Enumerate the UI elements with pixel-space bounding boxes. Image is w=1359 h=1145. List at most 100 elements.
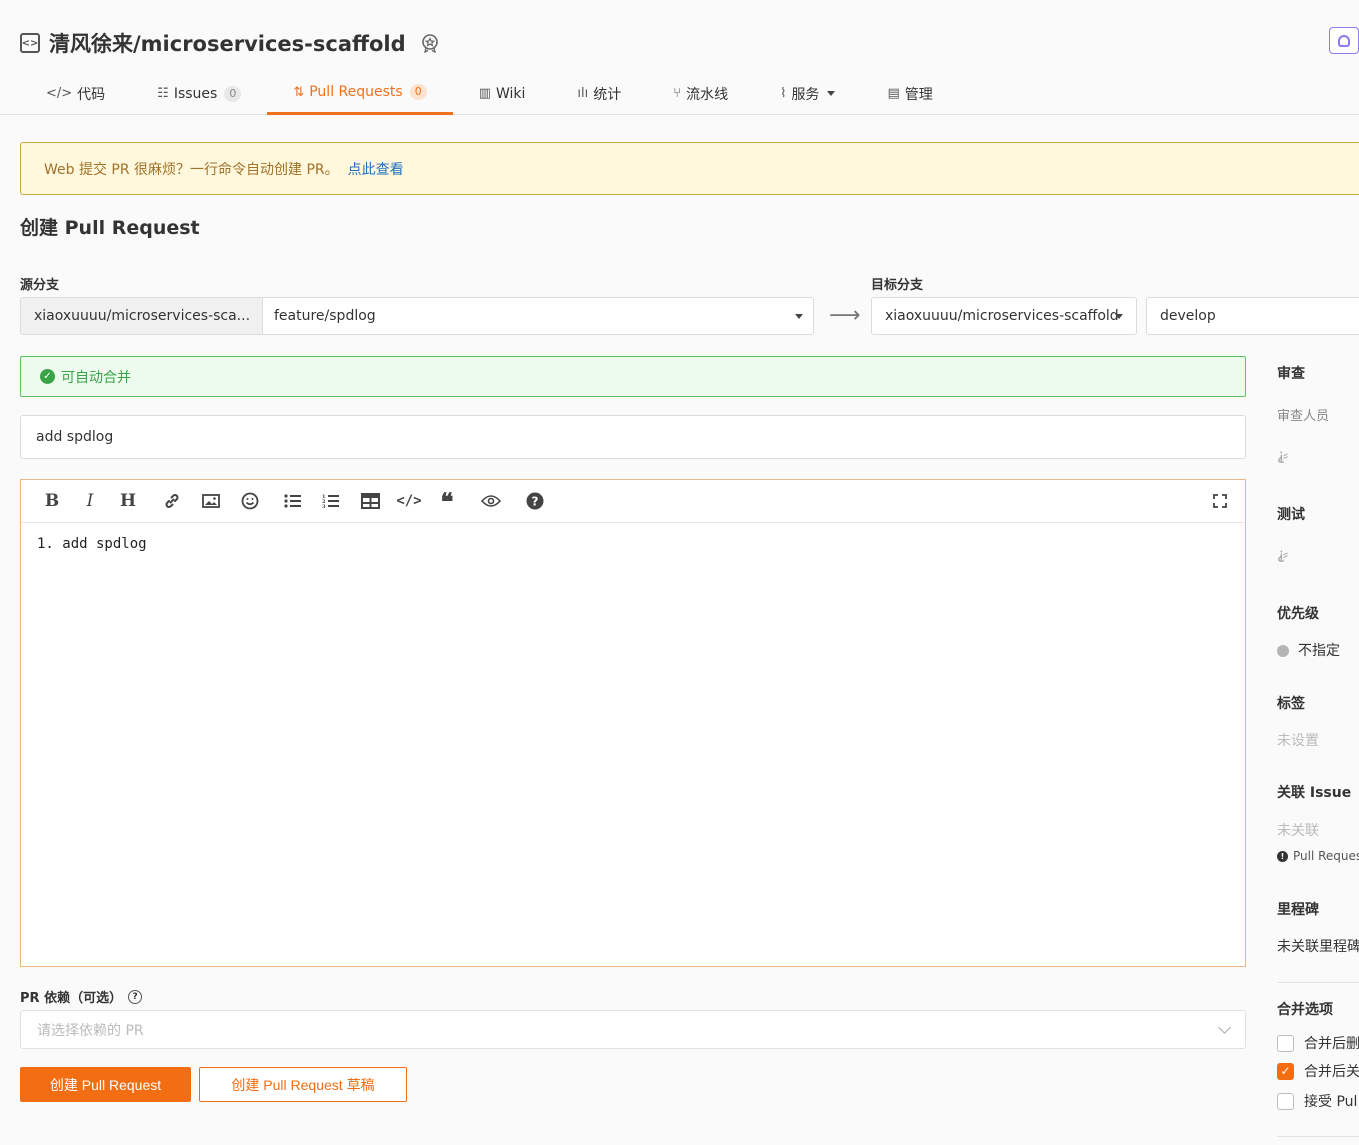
tab-stats[interactable]: ılı 统计 [551, 72, 647, 115]
linked-issue-note: ! Pull Reques [1277, 849, 1359, 863]
pr-count-badge: 0 [409, 84, 427, 100]
sidebar-divider [1277, 1136, 1359, 1137]
add-tester-gear-icon[interactable]: ⸘⸗ [1277, 545, 1301, 563]
image-icon[interactable] [198, 490, 224, 512]
pr-title-input[interactable] [20, 415, 1246, 459]
reviewers-label: 审查人员 [1277, 409, 1330, 424]
add-reviewer-gear-icon[interactable]: ⸘⸗ [1277, 446, 1301, 464]
settings-doc-icon: ▤ [887, 86, 900, 101]
pull-request-icon: ⇅ [293, 84, 305, 100]
bullet-list-icon[interactable] [280, 490, 306, 512]
markdown-editor: B I H 123 </> ❝ ? 1. add spdlog [20, 479, 1246, 967]
svg-text:3: 3 [322, 504, 326, 509]
tab-code[interactable]: </> 代码 [20, 72, 131, 115]
chevron-down-icon [1218, 1021, 1231, 1034]
quote-icon[interactable]: ❝ [434, 487, 460, 516]
notice-text: Web 提交 PR 很麻烦？一行命令自动创建 PR。 [44, 161, 339, 178]
repo-header: <> 清风徐来/microservices-scaffold </> 代码 ☷ … [0, 0, 1359, 115]
source-branch-value: feature/spdlog [274, 308, 376, 324]
merge-options-heading: 合并选项 [1277, 1002, 1333, 1018]
award-badge-icon[interactable] [420, 33, 440, 53]
editor-toolbar: B I H 123 </> ❝ ? [21, 480, 1245, 523]
cli-tip-banner: Web 提交 PR 很麻烦？一行命令自动创建 PR。 点此查看 [20, 142, 1359, 195]
checkbox-checked[interactable]: ✓ [1277, 1062, 1294, 1080]
option-label: 合并后删 [1304, 1036, 1359, 1052]
tab-services[interactable]: ⌇ 服务 [754, 72, 861, 115]
page-title: 创建 Pull Request [20, 217, 200, 239]
emoji-icon[interactable] [237, 490, 263, 512]
merge-option-accept-pr[interactable]: 接受 Pul [1277, 1091, 1357, 1111]
table-icon[interactable] [357, 490, 383, 512]
bold-icon[interactable]: B [39, 490, 65, 512]
notice-link[interactable]: 点此查看 [348, 159, 404, 179]
alert-icon: ! [1277, 850, 1288, 862]
tab-issues[interactable]: ☷ Issues 0 [131, 72, 267, 115]
priority-value[interactable]: 不指定 [1277, 640, 1340, 660]
pipeline-icon: ⑂ [673, 86, 682, 101]
code-icon: </> [46, 86, 73, 101]
tab-label: 代码 [77, 86, 106, 103]
sidebar-divider [1277, 982, 1359, 983]
priority-dot-icon [1277, 645, 1289, 657]
link-icon[interactable] [159, 490, 185, 512]
merge-status-text: 可自动合并 [61, 369, 131, 386]
preview-icon[interactable] [478, 490, 504, 512]
code-icon[interactable]: </> [396, 490, 422, 512]
linked-issue-heading: 关联 Issue [1277, 785, 1352, 801]
tab-pipeline[interactable]: ⑂ 流水线 [647, 72, 754, 115]
question-icon[interactable]: ? [128, 989, 143, 1004]
issues-icon: ☷ [157, 86, 169, 101]
target-repo-select[interactable]: xiaoxuuuu/microservices-scaffold [871, 297, 1137, 335]
merge-status-banner: ✓ 可自动合并 [20, 356, 1246, 397]
tab-label: 统计 [593, 86, 622, 103]
arrow-right-icon: ⟶ [829, 303, 861, 328]
target-repo-value: xiaoxuuuu/microservices-scaffold [885, 308, 1119, 324]
priority-text: 不指定 [1298, 643, 1340, 659]
source-repo-display: xiaoxuuuu/microservices-sca... [20, 297, 263, 335]
issues-count-badge: 0 [224, 85, 242, 102]
bar-chart-icon: ılı [577, 86, 589, 101]
source-branch-label: 源分支 [20, 278, 60, 293]
pr-dependency-select[interactable]: 请选择依赖的 PR [20, 1010, 1246, 1049]
pr-description-textarea[interactable]: 1. add spdlog [21, 523, 1245, 565]
tab-label: Wiki [496, 85, 526, 102]
pr-sidebar: 审查 审查人员 ⸘⸗ 测试 ⸘⸗ 优先级 不指定 标签 未设置 关联 Issue… [1277, 0, 1359, 1145]
checkbox[interactable] [1277, 1092, 1294, 1110]
svg-text:?: ? [532, 495, 539, 509]
create-pr-button[interactable]: 创建 Pull Request [20, 1067, 191, 1102]
book-icon: ▥ [478, 86, 491, 101]
milestone-value[interactable]: 未关联里程碑 [1277, 936, 1359, 956]
labels-value[interactable]: 未设置 [1277, 730, 1319, 750]
tab-wiki[interactable]: ▥ Wiki [453, 72, 552, 115]
dep-label-text: PR 依赖（可选） [20, 991, 123, 1006]
checkbox[interactable] [1277, 1034, 1294, 1052]
labels-heading: 标签 [1277, 696, 1305, 712]
help-icon[interactable]: ? [522, 490, 548, 512]
fullscreen-icon[interactable] [1207, 490, 1233, 512]
dropdown-caret-icon [827, 91, 836, 96]
numbered-list-icon[interactable]: 123 [318, 490, 344, 512]
check-circle-icon: ✓ [40, 369, 55, 384]
target-branch-value: develop [1160, 308, 1216, 324]
heading-icon[interactable]: H [115, 490, 141, 512]
italic-icon[interactable]: I [77, 490, 103, 512]
option-label: 合并后关 [1304, 1064, 1359, 1080]
review-heading: 审查 [1277, 366, 1305, 382]
source-branch-select[interactable]: feature/spdlog [262, 297, 814, 335]
repo-name[interactable]: 清风徐来/microservices-scaffold [49, 28, 406, 58]
dropdown-caret-icon [1115, 314, 1123, 319]
tab-label: 管理 [904, 86, 933, 103]
tab-manage[interactable]: ▤ 管理 [861, 72, 958, 115]
repo-tabs: </> 代码 ☷ Issues 0 ⇅ Pull Requests 0 ▥ Wi… [20, 72, 959, 115]
merge-option-delete-branch[interactable]: 合并后删 [1277, 1033, 1359, 1053]
linked-issue-value[interactable]: 未关联 [1277, 820, 1319, 840]
repo-icon: <> [20, 33, 40, 53]
tab-label: 流水线 [686, 86, 729, 103]
dropdown-caret-icon [795, 314, 803, 319]
create-draft-pr-button[interactable]: 创建 Pull Request 草稿 [199, 1067, 407, 1102]
merge-option-close-issue[interactable]: ✓ 合并后关 [1277, 1061, 1359, 1081]
option-label: 接受 Pul [1304, 1094, 1358, 1110]
tab-label: 服务 [791, 86, 820, 103]
tab-pull-requests[interactable]: ⇅ Pull Requests 0 [267, 72, 453, 115]
repo-title-row: <> 清风徐来/microservices-scaffold [20, 28, 440, 58]
